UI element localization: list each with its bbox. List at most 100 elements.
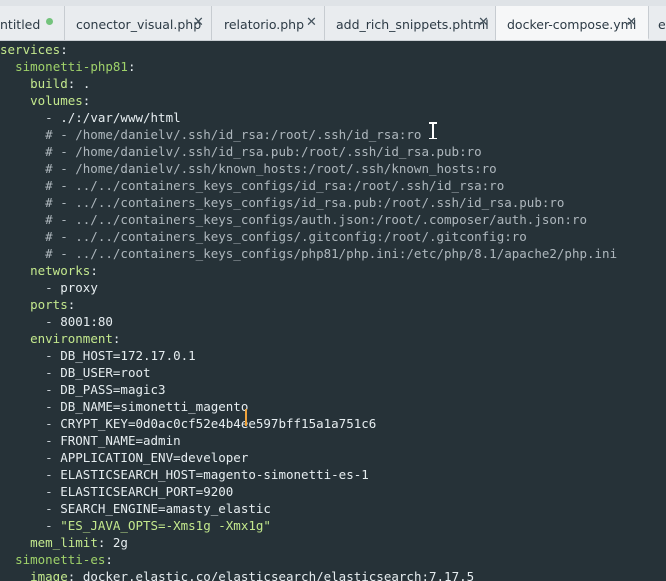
list-dash: - bbox=[45, 280, 61, 295]
code-line: # - ../../containers_keys_configs/auth.j… bbox=[0, 211, 587, 228]
code-comment: # - ../../containers_keys_configs/auth.j… bbox=[45, 212, 588, 227]
yaml-value: APPLICATION_ENV=developer bbox=[60, 450, 249, 465]
close-icon[interactable]: ✕ bbox=[626, 15, 637, 30]
code-comment: # - /home/danielv/.ssh/known_hosts:/root… bbox=[45, 161, 497, 176]
modified-dot-icon bbox=[46, 18, 53, 25]
yaml-key: services bbox=[0, 42, 61, 57]
yaml-key: simonetti-php81 bbox=[15, 59, 128, 74]
code-line: build: . bbox=[0, 75, 90, 92]
code-line: # - ../../containers_keys_configs/php81/… bbox=[0, 245, 617, 262]
list-dash: - bbox=[45, 416, 61, 431]
yaml-colon: : bbox=[67, 76, 83, 91]
list-dash: - bbox=[45, 348, 61, 363]
code-line: - DB_USER=root bbox=[0, 364, 151, 381]
tab-label: add_rich_snippets.phtml bbox=[336, 17, 489, 32]
code-line: - DB_HOST=172.17.0.1 bbox=[0, 347, 196, 364]
code-editor[interactable]: services: simonetti-php81: build: . volu… bbox=[0, 41, 666, 581]
yaml-value: CRYPT_KEY=0d0ac0cf52e4b4ee597bff15a1a751… bbox=[60, 416, 377, 431]
close-icon[interactable]: ✕ bbox=[306, 15, 317, 30]
list-dash: - bbox=[45, 501, 61, 516]
list-dash: - bbox=[45, 467, 61, 482]
yaml-colon: : bbox=[112, 331, 121, 346]
list-dash: - bbox=[45, 450, 61, 465]
code-comment: # - ../../containers_keys_configs/id_rsa… bbox=[45, 195, 565, 210]
yaml-colon: : bbox=[67, 569, 83, 581]
yaml-colon: : bbox=[105, 552, 113, 567]
close-icon[interactable]: ✕ bbox=[478, 15, 489, 30]
yaml-value: DB_PASS=magic3 bbox=[60, 382, 166, 397]
code-line: # - ../../containers_keys_configs/id_rsa… bbox=[0, 177, 504, 194]
code-line: - SEARCH_ENGINE=amasty_elastic bbox=[0, 500, 271, 517]
yaml-value: DB_NAME=simonetti_magento bbox=[60, 399, 249, 414]
yaml-value: proxy bbox=[60, 280, 98, 295]
list-dash: - bbox=[45, 518, 61, 533]
yaml-key: ports bbox=[30, 297, 68, 312]
code-comment: # - ../../containers_keys_configs/php81/… bbox=[45, 246, 618, 261]
yaml-value: DB_USER=root bbox=[60, 365, 151, 380]
yaml-value: ./:/var/www/html bbox=[60, 110, 181, 125]
yaml-value: ELASTICSEARCH_HOST=magento-simonetti-es-… bbox=[60, 467, 369, 482]
tab-label: conector_visual.php bbox=[76, 17, 202, 32]
code-line: - FRONT_NAME=admin bbox=[0, 432, 180, 449]
code-comment: # - ../../containers_keys_configs/.gitco… bbox=[45, 229, 527, 244]
tab-untitled[interactable]: ntitled bbox=[0, 6, 65, 40]
code-line: - ELASTICSEARCH_HOST=magento-simonetti-e… bbox=[0, 466, 369, 483]
code-line: environment: bbox=[0, 330, 120, 347]
code-line: - CRYPT_KEY=0d0ac0cf52e4b4ee597bff15a1a7… bbox=[0, 415, 376, 432]
tab-conector-visual[interactable]: conector_visual.php ✕ bbox=[65, 6, 212, 40]
tab-bar: ntitled conector_visual.php ✕ relatorio.… bbox=[0, 6, 666, 41]
close-icon[interactable]: ✕ bbox=[193, 15, 204, 30]
yaml-colon: : bbox=[60, 42, 68, 57]
tab-label: docker-compose.yml bbox=[507, 17, 637, 32]
tab-relatorio[interactable]: relatorio.php ✕ bbox=[212, 6, 325, 40]
code-line: networks: bbox=[0, 262, 98, 279]
code-line: - DB_NAME=simonetti_magento bbox=[0, 398, 248, 415]
tab-docker-compose[interactable]: docker-compose.yml ✕ bbox=[496, 6, 649, 40]
yaml-string: "ES_JAVA_OPTS=-Xms1g -Xmx1g" bbox=[60, 518, 271, 533]
yaml-colon: : bbox=[67, 297, 76, 312]
tab-label: e bbox=[658, 17, 666, 32]
list-dash: - bbox=[45, 382, 61, 397]
list-dash: - bbox=[45, 433, 61, 448]
tab-overflow[interactable]: e bbox=[649, 6, 666, 40]
yaml-colon: : bbox=[127, 59, 136, 74]
yaml-value: 8001:80 bbox=[60, 314, 113, 329]
tab-add-rich-snippets[interactable]: add_rich_snippets.phtml ✕ bbox=[325, 6, 496, 40]
yaml-key: mem_limit bbox=[30, 535, 98, 550]
list-dash: - bbox=[45, 314, 61, 329]
list-dash: - bbox=[45, 484, 61, 499]
code-comment: # - /home/danielv/.ssh/id_rsa:/root/.ssh… bbox=[45, 127, 422, 142]
code-comment: # - /home/danielv/.ssh/id_rsa.pub:/root/… bbox=[45, 144, 482, 159]
code-comment: # - ../../containers_keys_configs/id_rsa… bbox=[45, 178, 505, 193]
code-line: - proxy bbox=[0, 279, 98, 296]
yaml-value: docker.elastic.co/elasticsearch/elastics… bbox=[82, 569, 475, 581]
yaml-key: build bbox=[30, 76, 68, 91]
list-dash: - bbox=[45, 110, 61, 125]
text-cursor bbox=[245, 409, 247, 426]
yaml-value: 2g bbox=[112, 535, 128, 550]
